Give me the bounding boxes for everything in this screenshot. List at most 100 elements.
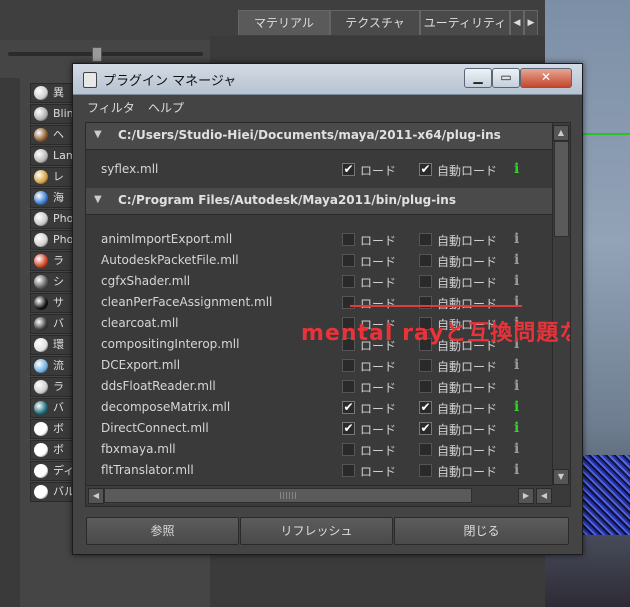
- info-icon[interactable]: i: [514, 399, 519, 415]
- tab-material[interactable]: マテリアル: [238, 10, 330, 35]
- shader-ball-icon: [34, 401, 48, 415]
- hypershade-zoom-slider[interactable]: [8, 52, 203, 56]
- menu-help[interactable]: ヘルプ: [148, 99, 184, 116]
- info-icon[interactable]: i: [514, 161, 519, 177]
- plugin-row: AutodeskPacketFile.mll ロード 自動ロード i: [86, 250, 552, 271]
- annotation-underline: [350, 305, 522, 307]
- plugin-path-header[interactable]: ▼ C:/Users/Studio-Hiei/Documents/maya/201…: [86, 123, 552, 150]
- plugin-name: compositingInterop.mll: [101, 337, 240, 351]
- scroll-left-button[interactable]: ◀: [88, 488, 104, 504]
- maximize-button[interactable]: ▭: [492, 68, 520, 88]
- info-icon[interactable]: i: [514, 231, 519, 247]
- load-label: ロード: [360, 423, 397, 437]
- info-icon[interactable]: i: [514, 294, 519, 310]
- info-icon[interactable]: i: [514, 378, 519, 394]
- close-button[interactable]: 閉じる: [394, 517, 569, 545]
- plugin-row: cleanPerFaceAssignment.mll ロード 自動ロード i: [86, 292, 552, 313]
- load-checkbox[interactable]: ✔: [342, 422, 355, 435]
- grip-icon: [280, 492, 298, 499]
- plugin-path: C:/Program Files/Autodesk/Maya2011/bin/p…: [118, 193, 456, 207]
- autoload-checkbox[interactable]: [419, 233, 432, 246]
- shader-item-label: シ: [53, 275, 64, 288]
- shader-item-label: 環: [53, 338, 64, 351]
- plugin-row: syflex.mll ✔ ロード ✔ 自動ロード i: [86, 159, 552, 180]
- info-icon[interactable]: i: [514, 357, 519, 373]
- tab-texture[interactable]: テクスチャ: [330, 10, 420, 35]
- autoload-label: 自動ロード: [437, 444, 498, 458]
- tab-utility[interactable]: ユーティリティ: [420, 10, 510, 35]
- horizontal-scroll-thumb[interactable]: [104, 488, 472, 503]
- autoload-checkbox[interactable]: [419, 275, 432, 288]
- autoload-checkbox[interactable]: [419, 359, 432, 372]
- load-checkbox[interactable]: ✔: [342, 163, 355, 176]
- slider-handle[interactable]: [92, 47, 102, 62]
- vertical-scrollbar[interactable]: ▲ ▼: [552, 123, 569, 485]
- tab-scroll-left[interactable]: ◀: [510, 10, 524, 35]
- plugin-icon: [83, 72, 97, 88]
- info-icon[interactable]: i: [514, 420, 519, 436]
- load-label: ロード: [360, 402, 397, 416]
- autoload-checkbox[interactable]: [419, 254, 432, 267]
- minimize-button[interactable]: ▁: [464, 68, 492, 88]
- horizontal-scrollbar[interactable]: ◀ ▶ ◀: [86, 485, 552, 504]
- load-label: ロード: [360, 297, 397, 311]
- load-checkbox[interactable]: [342, 464, 355, 477]
- autoload-checkbox[interactable]: [419, 443, 432, 456]
- plugin-row: cgfxShader.mll ロード 自動ロード i: [86, 271, 552, 292]
- autoload-checkbox[interactable]: ✔: [419, 163, 432, 176]
- shader-ball-icon: [34, 170, 48, 184]
- autoload-checkbox[interactable]: ✔: [419, 422, 432, 435]
- shader-ball-icon: [34, 485, 48, 499]
- plugin-name: clearcoat.mll: [101, 316, 179, 330]
- load-label: ロード: [360, 444, 397, 458]
- load-checkbox[interactable]: [342, 296, 355, 309]
- load-label: ロード: [360, 234, 397, 248]
- shader-item-label: Blin: [53, 107, 74, 120]
- load-checkbox[interactable]: [342, 380, 355, 393]
- load-label: ロード: [360, 276, 397, 290]
- scroll-down-button[interactable]: ▼: [553, 469, 569, 485]
- shader-ball-icon: [34, 422, 48, 436]
- load-checkbox[interactable]: [342, 359, 355, 372]
- plugin-path-header[interactable]: ▼ C:/Program Files/Autodesk/Maya2011/bin/…: [86, 188, 552, 215]
- collapse-arrow-icon[interactable]: ▼: [94, 129, 102, 140]
- collapse-arrow-icon[interactable]: ▼: [94, 194, 102, 205]
- shader-ball-icon: [34, 128, 48, 142]
- scroll-right-end-button[interactable]: ◀: [536, 488, 552, 504]
- refresh-button[interactable]: リフレッシュ: [240, 517, 393, 545]
- autoload-checkbox[interactable]: [419, 464, 432, 477]
- info-icon[interactable]: i: [514, 441, 519, 457]
- autoload-label: 自動ロード: [437, 297, 498, 311]
- shader-item-label: 異: [53, 86, 64, 99]
- info-icon[interactable]: i: [514, 252, 519, 268]
- plugin-row: animImportExport.mll ロード 自動ロード i: [86, 229, 552, 250]
- menu-filter[interactable]: フィルタ: [87, 99, 135, 116]
- plugin-row: DirectConnect.mll ✔ ロード ✔ 自動ロード i: [86, 418, 552, 439]
- plugin-name: fbxmaya.mll: [101, 442, 176, 456]
- autoload-label: 自動ロード: [437, 164, 498, 178]
- plugin-name: syflex.mll: [101, 162, 159, 176]
- load-checkbox[interactable]: [342, 443, 355, 456]
- load-checkbox[interactable]: [342, 233, 355, 246]
- close-window-button[interactable]: ✕: [520, 68, 572, 88]
- load-checkbox[interactable]: ✔: [342, 401, 355, 414]
- menu-bar: フィルタ ヘルプ: [73, 95, 582, 119]
- info-icon[interactable]: i: [514, 462, 519, 478]
- scroll-right-button[interactable]: ▶: [518, 488, 534, 504]
- browse-button[interactable]: 参照: [86, 517, 239, 545]
- dialog-button-bar: 参照 リフレッシュ 閉じる: [73, 512, 582, 554]
- info-icon[interactable]: i: [514, 273, 519, 289]
- vertical-scroll-thumb[interactable]: [554, 141, 569, 237]
- title-bar[interactable]: プラグイン マネージャ ▁ ▭ ✕: [73, 64, 582, 95]
- load-checkbox[interactable]: [342, 254, 355, 267]
- scroll-up-button[interactable]: ▲: [553, 125, 569, 141]
- tab-scroll-right[interactable]: ▶: [524, 10, 538, 35]
- autoload-checkbox[interactable]: [419, 296, 432, 309]
- autoload-checkbox[interactable]: [419, 380, 432, 393]
- autoload-checkbox[interactable]: ✔: [419, 401, 432, 414]
- viewport-texture: [580, 455, 630, 535]
- plugin-name: cleanPerFaceAssignment.mll: [101, 295, 273, 309]
- shader-ball-icon: [34, 338, 48, 352]
- load-checkbox[interactable]: [342, 275, 355, 288]
- shader-item-label: ラ: [53, 380, 64, 393]
